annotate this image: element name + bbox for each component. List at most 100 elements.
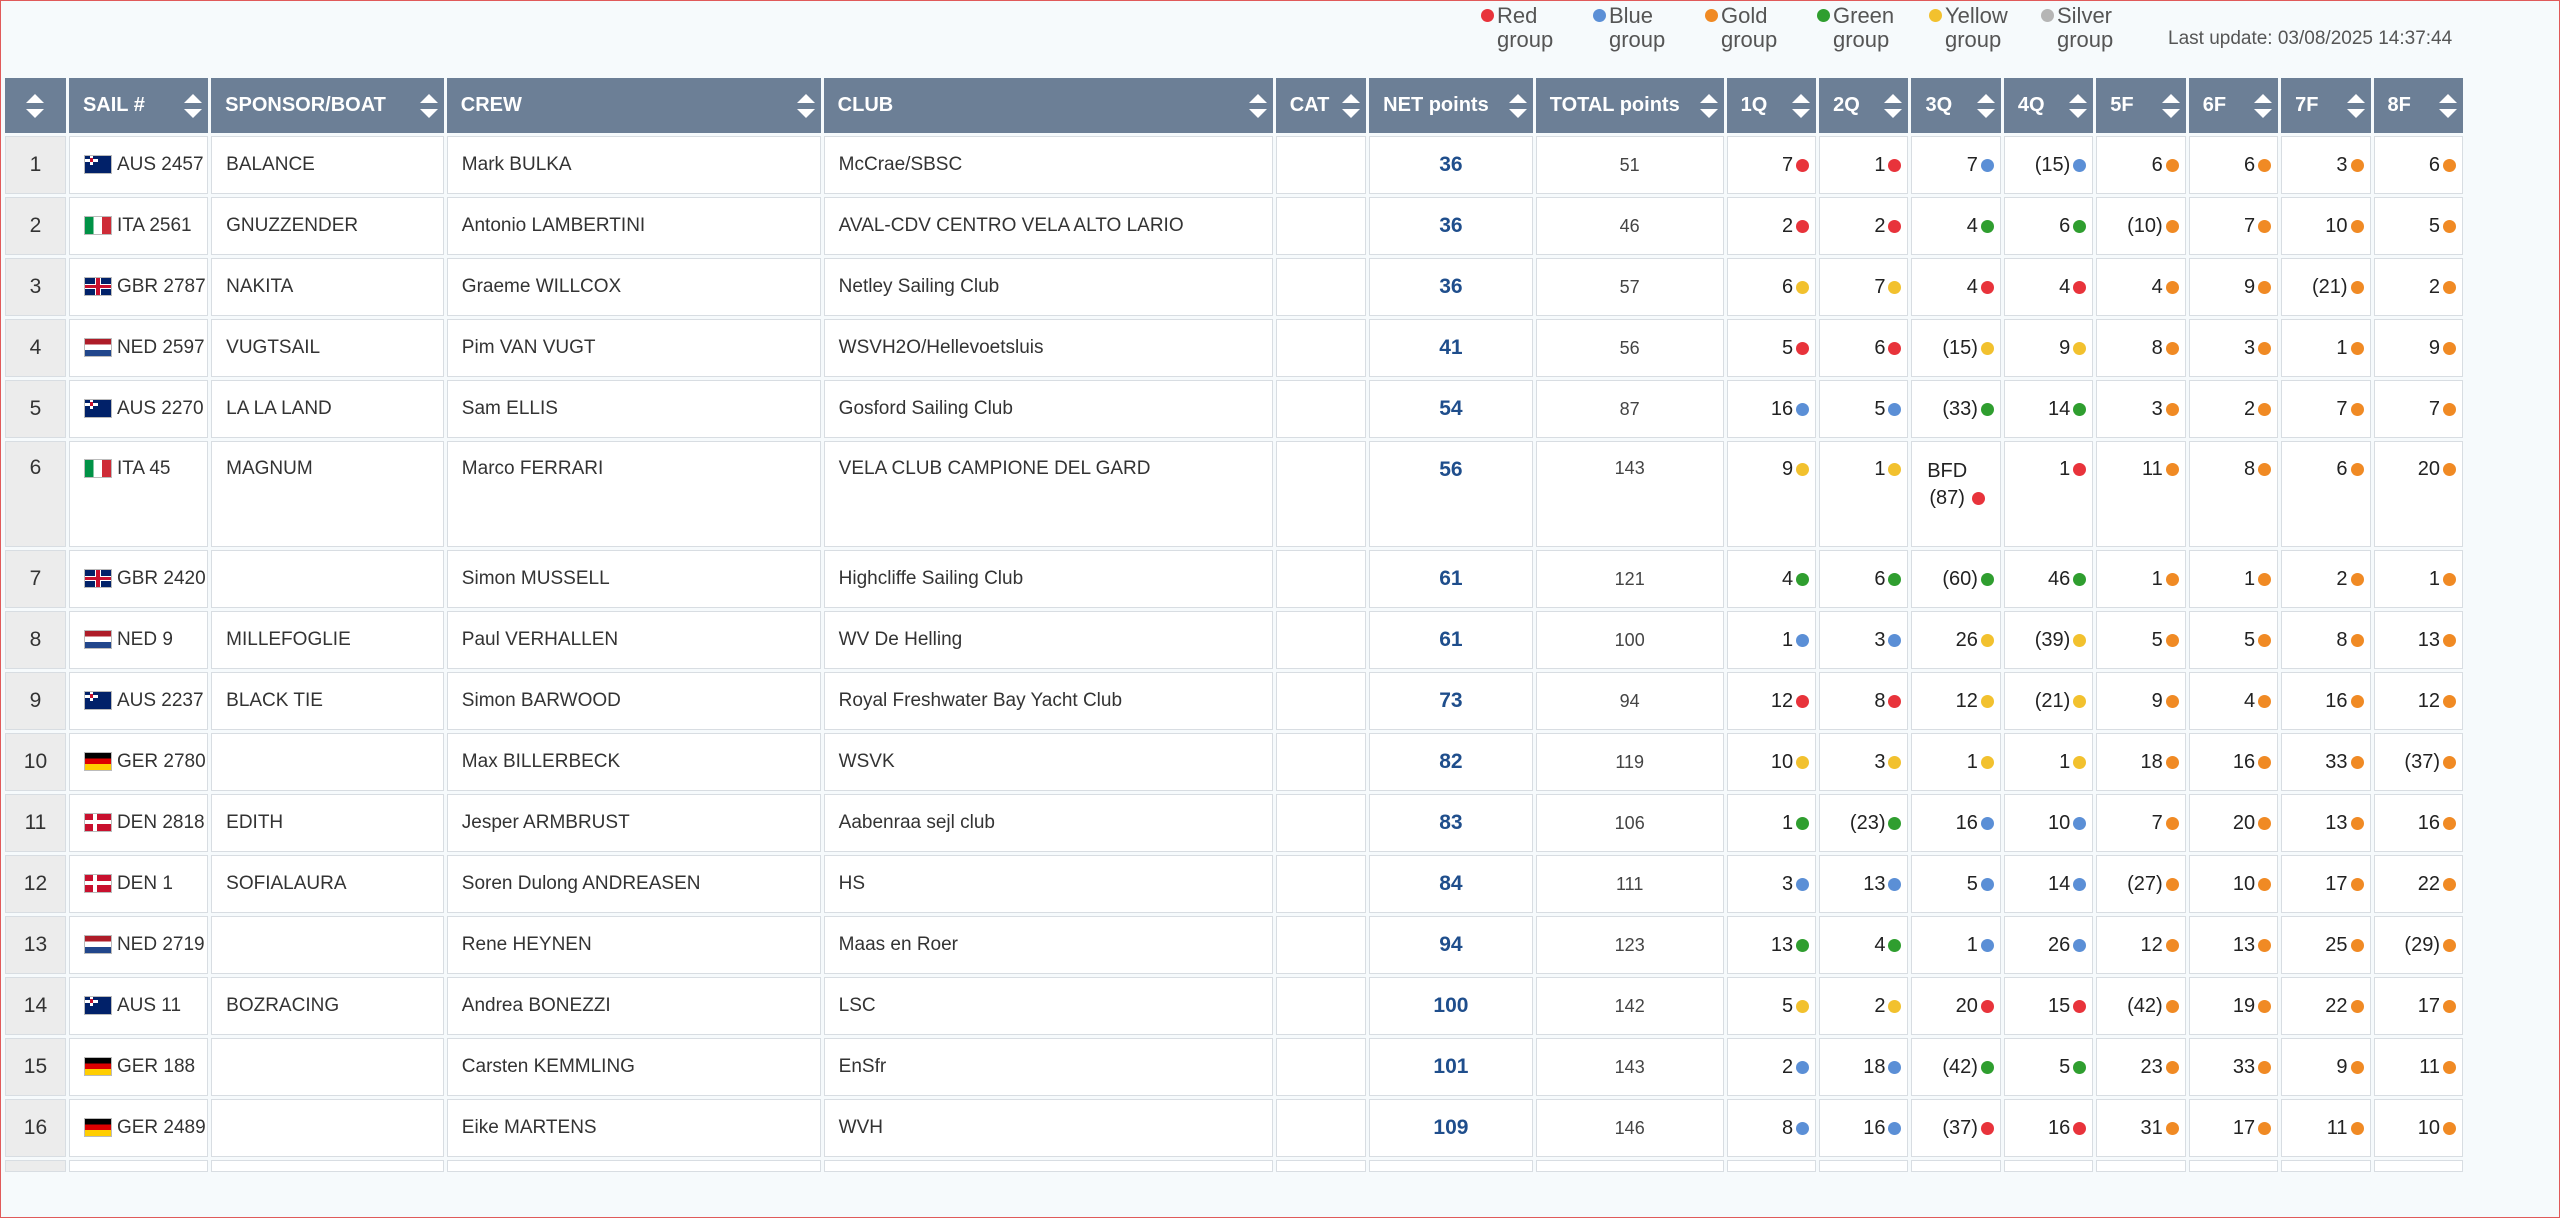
race-result-cell: 31 xyxy=(2096,1099,2186,1157)
table-row[interactable]: 11 DEN 2818 EDITH Jesper ARMBRUST Aabenraa s… xyxy=(5,794,2463,852)
sort-arrows-icon[interactable] xyxy=(1699,94,1718,118)
race-result-cell: 1 xyxy=(2281,319,2371,377)
column-header-net-points[interactable]: NET points xyxy=(1369,78,1533,133)
gold-group-dot-icon xyxy=(2165,280,2179,294)
race-result-cell: 9 xyxy=(2096,672,2186,730)
club-cell: Royal Freshwater Bay Yacht Club xyxy=(823,672,1273,730)
column-header-1q[interactable]: 1Q xyxy=(1726,78,1817,133)
table-row[interactable]: 13 NED 2719 Rene HEYNEN Maas en Roer 94 123 13… xyxy=(5,916,2463,974)
blue-group-dot-icon xyxy=(1796,1060,1810,1074)
race-result-cell: 10 xyxy=(2003,794,2094,852)
gold-group-dot-icon xyxy=(2258,572,2272,586)
race-result-cell: 1 xyxy=(1726,794,1817,852)
race-score: 1 xyxy=(1781,628,1794,651)
race-score: 12 xyxy=(2140,933,2163,956)
table-row[interactable]: 3 GBR 2787 NAKITA Graeme WILLCOX Netley Sail… xyxy=(5,258,2463,316)
sort-arrows-icon[interactable] xyxy=(419,94,438,118)
partial-cell xyxy=(1369,1160,1533,1172)
race-result-cell: 16 xyxy=(2003,1099,2094,1157)
sponsor-boat-cell: EDITH xyxy=(211,794,444,852)
column-header-8f[interactable]: 8F xyxy=(2373,78,2463,133)
race-score: 8 xyxy=(1781,1116,1794,1139)
sort-arrows-icon[interactable] xyxy=(2439,94,2457,118)
race-score: 1 xyxy=(1966,933,1978,956)
race-result-cell: 2 xyxy=(1726,1038,1817,1096)
sort-arrows-icon[interactable] xyxy=(2161,94,2180,118)
gold-group-dot-icon xyxy=(2258,1121,2272,1135)
total-points-cell: 87 xyxy=(1535,380,1724,438)
race-result-cell: 12 xyxy=(1726,672,1817,730)
table-row[interactable]: 7 GBR 2420 Simon MUSSELL Highcliffe Sailing… xyxy=(5,550,2463,608)
partial-cell xyxy=(823,1160,1273,1172)
column-header-crew[interactable]: CREW xyxy=(446,78,821,133)
race-score: 7 xyxy=(2151,811,2163,834)
table-row[interactable]: 5 AUS 2270 LA LA LAND Sam ELLIS Gosford Sail… xyxy=(5,380,2463,438)
flag-ger-icon xyxy=(83,1118,112,1138)
column-header-2q[interactable]: 2Q xyxy=(1819,78,1909,133)
table-row[interactable]: 15 GER 188 Carsten KEMMLING EnSfr 101 143 2 18 (… xyxy=(5,1038,2463,1096)
legend-item-gold: Gold group xyxy=(1699,4,1811,52)
gold-group-dot-icon xyxy=(2165,877,2179,891)
column-header-sail[interactable]: SAIL # xyxy=(68,78,209,133)
race-result-cell: 10 xyxy=(2281,197,2371,255)
race-result-cell: 4 xyxy=(1911,258,2001,316)
column-header-sponsor-boat[interactable]: SPONSOR/BOAT xyxy=(211,78,444,133)
sail-number-cell: DEN 1 xyxy=(68,855,209,913)
green-group-dot-icon xyxy=(1980,572,1994,586)
table-row[interactable]: 10 GER 2780 Max BILLERBECK WSVK 82 119 10 3 1 1 18… xyxy=(5,733,2463,791)
table-row[interactable]: 12 DEN 1 SOFIALAURA Soren Dulong ANDREASEN H… xyxy=(5,855,2463,913)
net-points-cell: 36 xyxy=(1369,197,1533,255)
race-result-cell: (60) xyxy=(1911,550,2001,608)
partial-cell xyxy=(2096,1160,2186,1172)
column-header-total-points[interactable]: TOTAL points xyxy=(1535,78,1724,133)
legend-dot-icon xyxy=(2041,9,2054,22)
column-header-rank[interactable] xyxy=(5,78,66,133)
sort-arrows-icon[interactable] xyxy=(184,94,203,118)
sort-arrows-icon[interactable] xyxy=(1976,94,1995,118)
table-row[interactable]: 14 AUS 11 BOZRACING Andrea BONEZZI LSC 100 142… xyxy=(5,977,2463,1035)
table-row[interactable]: 16 GER 2489 Eike MARTENS WVH 109 146 8 16 (37) 16… xyxy=(5,1099,2463,1157)
gold-group-dot-icon xyxy=(2165,694,2179,708)
gold-group-dot-icon xyxy=(2165,999,2179,1013)
race-result-cell: 6 xyxy=(1819,550,1909,608)
race-result-cell: 8 xyxy=(1726,1099,1817,1157)
column-header-3q[interactable]: 3Q xyxy=(1911,78,2001,133)
sort-arrows-icon[interactable] xyxy=(2254,94,2273,118)
red-group-dot-icon xyxy=(1796,694,1810,708)
race-result-cell: 5 xyxy=(1726,977,1817,1035)
red-group-dot-icon xyxy=(2073,1121,2087,1135)
sort-arrows-icon[interactable] xyxy=(2346,94,2365,118)
table-row[interactable]: 8 NED 9 MILLEFOGLIE Paul VERHALLEN WV De Hel… xyxy=(5,611,2463,669)
table-row[interactable]: 4 NED 2597 VUGTSAIL Pim VAN VUGT WSVH2O/Hell… xyxy=(5,319,2463,377)
race-result-cell: 13 xyxy=(2281,794,2371,852)
sponsor-boat-cell xyxy=(211,1099,444,1157)
gold-group-dot-icon xyxy=(2443,1060,2456,1074)
column-header-cat[interactable]: CAT xyxy=(1275,78,1367,133)
race-score: (15) xyxy=(2034,153,2071,176)
gold-group-dot-icon xyxy=(2443,938,2456,952)
column-header-7f[interactable]: 7F xyxy=(2281,78,2371,133)
table-row[interactable]: 9 AUS 2237 BLACK TIE Simon BARWOOD Royal Fre… xyxy=(5,672,2463,730)
column-header-5f[interactable]: 5F xyxy=(2096,78,2186,133)
column-header-club[interactable]: CLUB xyxy=(823,78,1273,133)
sort-arrows-icon[interactable] xyxy=(796,94,815,118)
gold-group-dot-icon xyxy=(2443,572,2456,586)
table-row[interactable]: 6 ITA 45 MAGNUM Marco FERRARI VELA CLUB CAMP… xyxy=(5,441,2463,547)
red-group-dot-icon xyxy=(1980,1121,1994,1135)
sort-arrows-icon[interactable] xyxy=(2069,94,2088,118)
table-row[interactable]: 2 ITA 2561 GNUZZENDER Antonio LAMBERTINI AVA… xyxy=(5,197,2463,255)
sort-arrows-icon[interactable] xyxy=(1884,94,1903,118)
race-result-cell: 13 xyxy=(1819,855,1909,913)
sort-arrows-icon[interactable] xyxy=(26,94,45,118)
sail-number-cell: GER 188 xyxy=(68,1038,209,1096)
column-header-6f[interactable]: 6F xyxy=(2188,78,2279,133)
green-group-dot-icon xyxy=(1980,402,1994,416)
race-result-cell: 9 xyxy=(1726,441,1817,547)
sort-arrows-icon[interactable] xyxy=(1248,94,1267,118)
sort-arrows-icon[interactable] xyxy=(1342,94,1361,118)
sort-arrows-icon[interactable] xyxy=(1508,94,1527,118)
sort-arrows-icon[interactable] xyxy=(1792,94,1811,118)
rank-cell: 2 xyxy=(5,197,66,255)
table-row[interactable]: 1 AUS 2457 BALANCE Mark BULKA McCrae/SBSC 36 5… xyxy=(5,136,2463,194)
column-header-4q[interactable]: 4Q xyxy=(2003,78,2094,133)
